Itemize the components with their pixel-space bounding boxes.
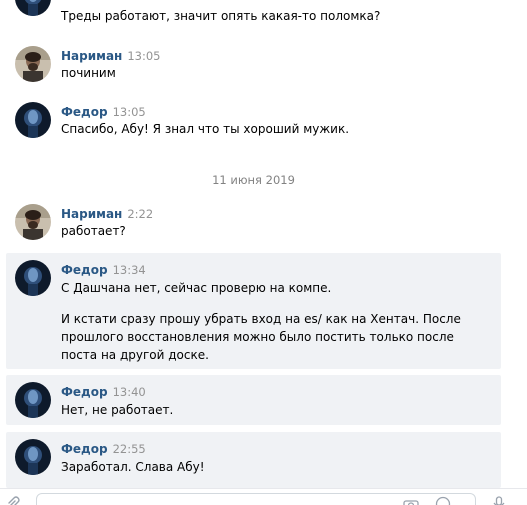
- message-text: Заработал. Слава Абу!: [61, 460, 205, 474]
- message-item: Треды работают, значит опять какая-то по…: [6, 0, 501, 30]
- message-text: Спасибо, Абу! Я знал что ты хороший мужи…: [61, 122, 350, 136]
- message-header: Нариман 2:22: [61, 206, 153, 222]
- message-item: Федор 22:55 Заработал. Слава Абу!: [6, 432, 501, 488]
- message-header: Федор 22:55: [61, 441, 146, 457]
- avatar[interactable]: [15, 204, 51, 240]
- microphone-icon[interactable]: [492, 495, 506, 505]
- message-time[interactable]: 13:05: [113, 105, 146, 119]
- message-item: Федор 13:05 Спасибо, Абу! Я знал что ты х…: [6, 100, 501, 146]
- smile-icon[interactable]: [435, 496, 451, 505]
- avatar[interactable]: [15, 0, 51, 16]
- author-name[interactable]: Федор: [61, 442, 108, 456]
- chat-window: Треды работают, значит опять какая-то по…: [0, 0, 527, 505]
- message-input[interactable]: [36, 493, 476, 505]
- message-text: работает?: [61, 224, 126, 238]
- message-time[interactable]: 13:34: [113, 263, 146, 277]
- avatar[interactable]: [15, 382, 51, 418]
- avatar-nariman-icon: [15, 46, 51, 82]
- avatar-fedor-icon: [15, 439, 51, 475]
- message-time[interactable]: 13:40: [113, 385, 146, 399]
- avatar[interactable]: [15, 439, 51, 475]
- avatar-fedor-icon: [15, 102, 51, 138]
- author-name[interactable]: Нариман: [61, 207, 122, 221]
- message-text: Нет, не работает.: [61, 403, 174, 417]
- message-header: Федор 13:40: [61, 384, 146, 400]
- author-name[interactable]: Федор: [61, 105, 108, 119]
- message-item: Федор 13:34 С Дашчана нет, сейчас проверю…: [6, 253, 501, 369]
- message-text: И кстати сразу прошу убрать вход на es/ …: [61, 312, 461, 362]
- avatar[interactable]: [15, 260, 51, 296]
- message-item: Нариман 2:22 работает?: [6, 202, 501, 246]
- message-composer: [0, 488, 527, 505]
- message-item: Нариман 13:05 починим: [6, 44, 501, 90]
- date-separator: 11 июня 2019: [212, 173, 295, 187]
- author-name[interactable]: Федор: [61, 385, 108, 399]
- author-name[interactable]: Нариман: [61, 49, 122, 63]
- message-header: Нариман 13:05: [61, 48, 161, 64]
- author-name[interactable]: Федор: [61, 263, 108, 277]
- paperclip-icon[interactable]: [6, 495, 20, 505]
- camera-icon[interactable]: [403, 496, 419, 505]
- message-text: Треды работают, значит опять какая-то по…: [61, 9, 381, 23]
- avatar[interactable]: [15, 102, 51, 138]
- avatar-nariman-icon: [15, 204, 51, 240]
- scrollbar[interactable]: [508, 0, 527, 490]
- message-text: починим: [61, 66, 116, 80]
- avatar-fedor-icon: [15, 382, 51, 418]
- message-text: С Дашчана нет, сейчас проверю на компе.: [61, 281, 332, 295]
- message-header: Федор 13:05: [61, 104, 146, 120]
- avatar-fedor-icon: [15, 0, 51, 16]
- message-time[interactable]: 2:22: [127, 207, 153, 221]
- message-time[interactable]: 22:55: [113, 442, 146, 456]
- message-header: Федор 13:34: [61, 262, 146, 278]
- avatar-fedor-icon: [15, 260, 51, 296]
- avatar[interactable]: [15, 46, 51, 82]
- message-time[interactable]: 13:05: [127, 49, 160, 63]
- message-item: Федор 13:40 Нет, не работает.: [6, 375, 501, 425]
